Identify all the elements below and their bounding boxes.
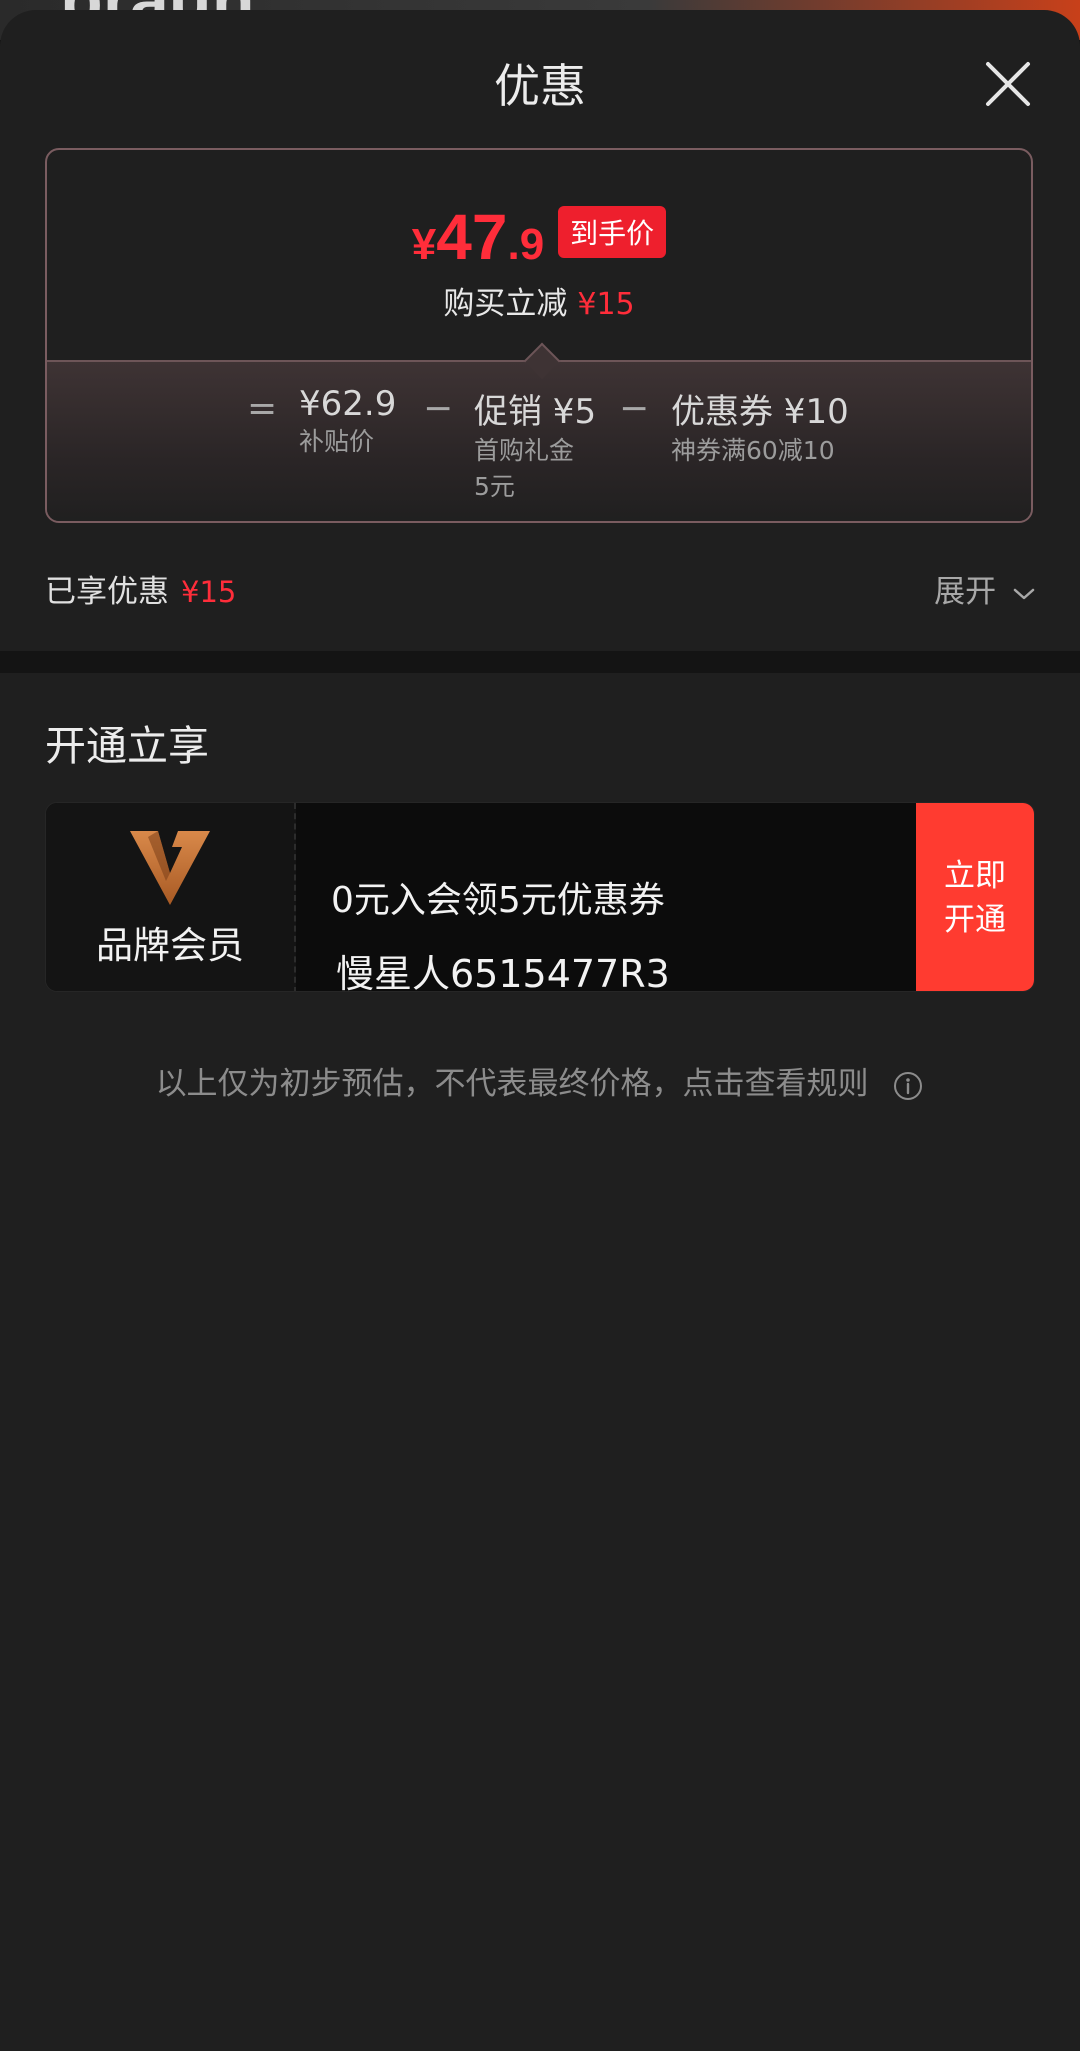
minus-sign: −: [423, 388, 454, 429]
enjoyed-label: 已享优惠: [45, 574, 169, 610]
promotion-label-amount: 5元: [474, 472, 515, 501]
price-summary-card: ¥47.9 到手价 购买立减 ¥15 = ¥62.9 补贴价 − 促销 ¥5 首购…: [45, 148, 1033, 523]
final-price-row: ¥47.9 到手价: [47, 200, 1031, 274]
minus-sign: −: [619, 388, 650, 429]
price-integer: 47: [436, 201, 508, 273]
disclaimer-text: 以上仅为初步预估，不代表最终价格，点击查看规则: [155, 1066, 869, 1102]
brand-badge: 品牌会员: [46, 803, 296, 991]
final-price-badge: 到手价: [558, 206, 667, 258]
join-button-line2: 开通: [944, 902, 1006, 938]
instant-reduction: 购买立减 ¥15: [47, 278, 1031, 323]
enjoyed-amount: ¥15: [181, 575, 237, 609]
coupon-discount: 优惠券 ¥10 神券满60减10: [671, 384, 849, 469]
subsidy-price: ¥62.9 补贴价: [299, 384, 396, 460]
subsidy-price-value: ¥62.9: [299, 384, 397, 424]
enjoyed-discount: 已享优惠 ¥15: [45, 566, 236, 611]
price-currency: ¥: [411, 220, 437, 269]
chevron-down-icon: [1013, 588, 1035, 599]
brand-logo-icon: [130, 831, 210, 905]
expand-label: 展开: [934, 574, 997, 610]
coupon-value: 优惠券 ¥10: [671, 392, 849, 432]
promotion-label: 首购礼金: [474, 436, 575, 465]
promotion-discount: 促销 ¥5 首购礼金 5元: [474, 384, 596, 505]
equals-sign: =: [247, 388, 278, 429]
price-disclaimer-link[interactable]: 以上仅为初步预估，不代表最终价格，点击查看规则: [0, 1058, 1080, 1103]
final-price: ¥47.9: [412, 200, 544, 274]
breakdown-notch: [523, 342, 561, 380]
sheet-title: 优惠: [494, 59, 586, 113]
promotion-value: 促销 ¥5: [474, 392, 597, 432]
info-icon: [894, 1071, 923, 1100]
membership-offer: 0元入会领5元优惠券: [331, 880, 665, 921]
brand-membership-card[interactable]: 品牌会员 0元入会领5元优惠券 慢星人6515477R3 立即 开通: [45, 802, 1035, 992]
reduction-amount: ¥15: [577, 287, 635, 322]
close-icon: [986, 62, 1030, 106]
join-now-button[interactable]: 立即 开通: [916, 803, 1034, 991]
reduction-label: 购买立减: [443, 286, 568, 322]
join-button-line1: 立即: [944, 858, 1006, 894]
subsidy-price-label: 补贴价: [299, 427, 375, 456]
price-decimal: .9: [507, 220, 545, 269]
close-button[interactable]: [980, 56, 1036, 112]
section-title: 开通立享: [45, 722, 209, 770]
coupon-bottom-sheet: 优惠 ¥47.9 到手价 购买立减 ¥15 = ¥62.9 补贴价 − 促销 ¥5: [0, 10, 1080, 2051]
overlay-watermark-text: 慢星人6515477R3: [336, 952, 670, 992]
expand-button[interactable]: 展开: [934, 566, 1036, 611]
price-breakdown: = ¥62.9 补贴价 − 促销 ¥5 首购礼金 5元 − 优惠券 ¥10 神券…: [47, 342, 1031, 521]
section-divider: [0, 651, 1080, 673]
brand-member-label: 品牌会员: [96, 924, 244, 967]
coupon-label: 神券满60减10: [671, 436, 835, 465]
